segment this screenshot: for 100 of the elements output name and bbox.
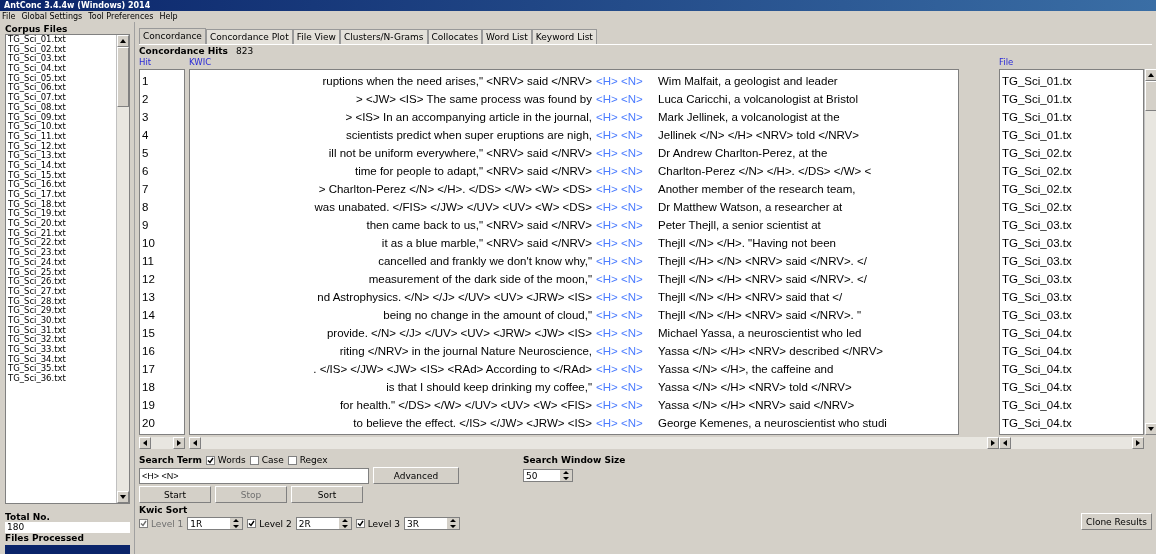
- corpus-file-item[interactable]: TG_Sci_05.txt: [8, 73, 116, 84]
- spin-field[interactable]: 50: [523, 469, 573, 482]
- tab[interactable]: Clusters/N-Grams: [339, 29, 428, 44]
- file-name[interactable]: TG_Sci_02.tx: [1000, 162, 1143, 180]
- spin-arrows-icon[interactable]: [560, 470, 572, 481]
- tab[interactable]: Concordance: [139, 28, 206, 44]
- menu-item[interactable]: Global Settings: [21, 12, 83, 21]
- corpus-file-item[interactable]: TG_Sci_21.txt: [8, 228, 116, 239]
- file-name[interactable]: TG_Sci_03.tx: [1000, 234, 1143, 252]
- tab[interactable]: Collocates: [427, 29, 483, 44]
- file-name[interactable]: TG_Sci_04.tx: [1000, 378, 1143, 396]
- menu-item[interactable]: File: [2, 12, 16, 21]
- file-name[interactable]: TG_Sci_04.tx: [1000, 342, 1143, 360]
- scroll-up-icon[interactable]: [117, 35, 129, 47]
- scroll-right-icon[interactable]: [987, 437, 999, 449]
- corpus-file-item[interactable]: TG_Sci_14.txt: [8, 160, 116, 171]
- corpus-file-item[interactable]: TG_Sci_07.txt: [8, 93, 116, 103]
- corpus-file-item[interactable]: TG_Sci_02.txt: [8, 44, 116, 55]
- corpus-file-item[interactable]: TG_Sci_03.txt: [8, 54, 116, 65]
- tab[interactable]: Word List: [482, 29, 532, 44]
- corpus-file-item[interactable]: TG_Sci_25.txt: [8, 267, 116, 278]
- checkbox[interactable]: Level 2: [247, 518, 292, 529]
- corpus-file-item[interactable]: TG_Sci_24.txt: [8, 257, 116, 268]
- scrollbar[interactable]: [116, 35, 129, 503]
- corpus-file-item[interactable]: TG_Sci_09.txt: [8, 112, 116, 123]
- corpus-file-item[interactable]: TG_Sci_16.txt: [8, 180, 116, 190]
- spin-field[interactable]: 3R: [404, 517, 461, 530]
- corpus-file-item[interactable]: TG_Sci_08.txt: [8, 102, 116, 113]
- corpus-file-item[interactable]: TG_Sci_30.txt: [8, 315, 116, 326]
- corpus-file-item[interactable]: TG_Sci_12.txt: [8, 141, 116, 152]
- scroll-down-icon[interactable]: [117, 491, 129, 503]
- corpus-file-item[interactable]: TG_Sci_33.txt: [8, 345, 116, 355]
- column-header[interactable]: KWIC: [189, 57, 212, 68]
- file-name[interactable]: TG_Sci_02.tx: [1000, 144, 1143, 162]
- clone-results-button[interactable]: Clone Results: [1081, 513, 1152, 530]
- file-name[interactable]: TG_Sci_03.tx: [1000, 270, 1143, 288]
- file-name[interactable]: TG_Sci_03.tx: [1000, 288, 1143, 306]
- corpus-file-item[interactable]: TG_Sci_22.txt: [8, 238, 116, 249]
- action-button[interactable]: Sort: [291, 486, 363, 503]
- corpus-file-item[interactable]: TG_Sci_11.txt: [8, 131, 116, 142]
- corpus-file-item[interactable]: TG_Sci_26.txt: [8, 277, 116, 287]
- scrollbar[interactable]: [139, 437, 185, 449]
- scroll-up-icon[interactable]: [1145, 69, 1156, 81]
- menu-item[interactable]: Help: [159, 12, 178, 21]
- corpus-file-item[interactable]: TG_Sci_27.txt: [8, 286, 116, 297]
- scrollbar[interactable]: [1144, 69, 1156, 435]
- corpus-file-item[interactable]: TG_Sci_15.txt: [8, 170, 116, 181]
- tab[interactable]: Concordance Plot: [205, 29, 293, 44]
- file-name[interactable]: TG_Sci_03.tx: [1000, 306, 1143, 324]
- file-name[interactable]: TG_Sci_01.tx: [1000, 72, 1143, 90]
- corpus-file-item[interactable]: TG_Sci_36.txt: [8, 374, 116, 384]
- file-name[interactable]: TG_Sci_03.tx: [1000, 252, 1143, 270]
- file-name[interactable]: TG_Sci_03.tx: [1000, 216, 1143, 234]
- scroll-left-icon[interactable]: [139, 437, 151, 449]
- corpus-file-item[interactable]: TG_Sci_13.txt: [8, 151, 116, 161]
- scrollbar[interactable]: [999, 437, 1144, 449]
- file-name[interactable]: TG_Sci_02.tx: [1000, 180, 1143, 198]
- file-name[interactable]: TG_Sci_04.tx: [1000, 360, 1143, 378]
- file-name[interactable]: TG_Sci_04.tx: [1000, 324, 1143, 342]
- spin-field[interactable]: 2R: [295, 517, 352, 530]
- scroll-left-icon[interactable]: [189, 437, 201, 449]
- checkbox[interactable]: Case: [249, 455, 284, 465]
- corpus-file-item[interactable]: TG_Sci_23.txt: [8, 248, 116, 258]
- file-name[interactable]: TG_Sci_01.tx: [1000, 126, 1143, 144]
- corpus-file-item[interactable]: TG_Sci_19.txt: [8, 209, 116, 220]
- file-name[interactable]: TG_Sci_04.tx: [1000, 396, 1143, 414]
- corpus-file-item[interactable]: TG_Sci_35.txt: [8, 364, 116, 375]
- corpus-file-item[interactable]: TG_Sci_18.txt: [8, 199, 116, 210]
- search-field[interactable]: <H> <N>: [139, 467, 369, 484]
- corpus-file-item[interactable]: TG_Sci_20.txt: [8, 219, 116, 229]
- scroll-thumb[interactable]: [117, 47, 129, 107]
- corpus-file-item[interactable]: TG_Sci_06.txt: [8, 83, 116, 94]
- checkbox[interactable]: Words: [205, 455, 246, 465]
- scroll-left-icon[interactable]: [999, 437, 1011, 449]
- action-button[interactable]: Start: [139, 486, 211, 503]
- corpus-file-item[interactable]: TG_Sci_10.txt: [8, 122, 116, 132]
- scroll-thumb[interactable]: [1145, 81, 1156, 111]
- corpus-file-item[interactable]: TG_Sci_29.txt: [8, 306, 116, 316]
- corpus-file-item[interactable]: TG_Sci_31.txt: [8, 325, 116, 336]
- scrollbar[interactable]: [189, 437, 999, 449]
- scroll-right-icon[interactable]: [1132, 437, 1144, 449]
- corpus-file-item[interactable]: TG_Sci_28.txt: [8, 296, 116, 307]
- spin-arrows-icon[interactable]: [230, 518, 243, 529]
- spin-arrows-icon[interactable]: [447, 518, 460, 529]
- file-name[interactable]: TG_Sci_02.tx: [1000, 198, 1143, 216]
- corpus-file-item[interactable]: TG_Sci_17.txt: [8, 190, 116, 200]
- corpus-file-item[interactable]: TG_Sci_04.txt: [8, 64, 116, 74]
- file-name[interactable]: TG_Sci_04.tx: [1000, 414, 1143, 432]
- advanced-button[interactable]: Advanced: [373, 467, 459, 484]
- tab[interactable]: File View: [292, 29, 340, 44]
- spin-arrows-icon[interactable]: [338, 518, 351, 529]
- corpus-file-item[interactable]: TG_Sci_32.txt: [8, 335, 116, 345]
- scroll-right-icon[interactable]: [173, 437, 185, 449]
- column-header[interactable]: Hit: [139, 57, 152, 68]
- file-name[interactable]: TG_Sci_01.tx: [1000, 90, 1143, 108]
- checkbox[interactable]: Level 3: [355, 518, 401, 529]
- menu-item[interactable]: Tool Preferences: [88, 12, 154, 21]
- scroll-down-icon[interactable]: [1145, 423, 1156, 435]
- corpus-file-item[interactable]: TG_Sci_01.txt: [8, 35, 116, 45]
- tab[interactable]: Keyword List: [531, 29, 597, 44]
